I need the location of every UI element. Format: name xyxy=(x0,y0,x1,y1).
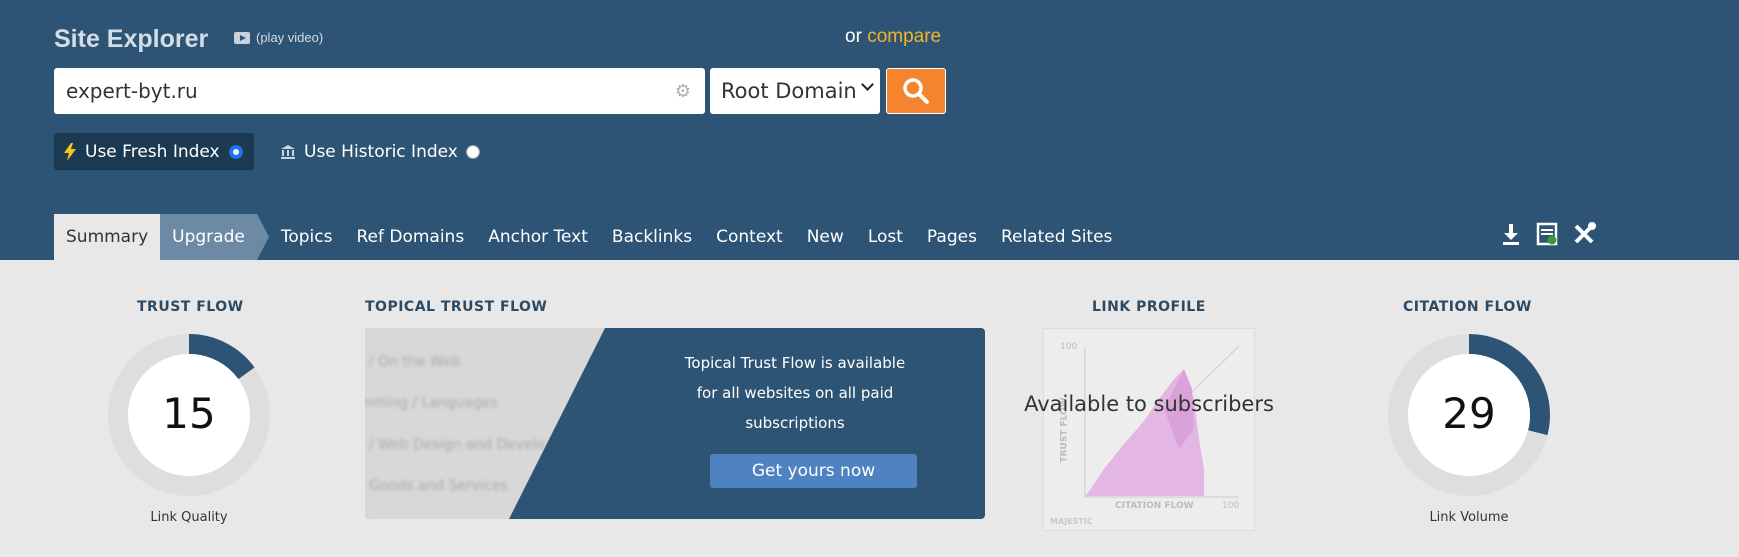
compare-link[interactable]: compare xyxy=(867,26,941,47)
trust-flow-caption: Link Quality xyxy=(150,510,228,525)
tab-bar: Summary Upgrade Topics Ref Domains Ancho… xyxy=(54,214,1124,260)
topical-message: Topical Trust Flow is available for all … xyxy=(684,354,906,432)
tab-related-sites[interactable]: Related Sites xyxy=(989,214,1124,260)
y-tick-label: 100 xyxy=(1060,342,1078,352)
compare-row: or compare xyxy=(845,26,941,48)
play-video-link[interactable]: (play video) xyxy=(234,30,323,45)
citation-flow-value: 29 xyxy=(1442,389,1496,438)
scope-select[interactable]: Root Domain xyxy=(710,68,880,114)
chevron-down-icon xyxy=(861,78,874,91)
x-tick-label: 100 xyxy=(1222,501,1240,511)
scope-select-value: Root Domain xyxy=(721,79,857,103)
tab-lost[interactable]: Lost xyxy=(856,214,915,260)
majestic-watermark: MAJESTIC xyxy=(1050,517,1093,526)
page-title: Site Explorer xyxy=(54,25,209,53)
topical-trust-flow-panel: t / On the Web mming / Languages t / Web… xyxy=(365,328,985,519)
search-input[interactable] xyxy=(54,68,634,114)
fresh-index-radio[interactable] xyxy=(228,144,243,159)
tab-topics[interactable]: Topics xyxy=(269,214,345,260)
tab-context[interactable]: Context xyxy=(704,214,795,260)
x-axis-label: CITATION FLOW xyxy=(1115,501,1194,511)
historic-index-radio[interactable] xyxy=(465,144,480,159)
tab-summary[interactable]: Summary xyxy=(54,214,161,260)
tab-pages[interactable]: Pages xyxy=(915,214,989,260)
blurred-topic: t / Web Design and Develo xyxy=(365,437,546,453)
search-box: ⚙ xyxy=(54,68,705,114)
tab-upgrade[interactable]: Upgrade xyxy=(160,214,269,260)
lightning-icon xyxy=(64,142,76,161)
historic-index-option[interactable]: Use Historic Index xyxy=(280,133,480,170)
compare-prefix: or xyxy=(845,26,862,47)
fresh-index-option[interactable]: Use Fresh Index xyxy=(54,133,254,170)
link-profile-chart: 100 100 CITATION FLOW TRUST FLOW MAJESTI… xyxy=(1043,328,1255,531)
link-profile-title: LINK PROFILE xyxy=(1092,299,1206,315)
top-header: Site Explorer (play video) or compare ⚙ … xyxy=(0,0,1739,260)
download-icon[interactable] xyxy=(1500,222,1522,246)
search-icon xyxy=(903,78,929,104)
citation-flow-title: CITATION FLOW xyxy=(1403,299,1532,315)
fresh-index-label: Use Fresh Index xyxy=(85,141,220,162)
blurred-topic: mming / Languages xyxy=(365,395,498,411)
blurred-topic: t / On the Web xyxy=(365,354,461,370)
blurred-topics: t / On the Web mming / Languages t / Web… xyxy=(365,328,605,519)
tab-backlinks[interactable]: Backlinks xyxy=(600,214,704,260)
historic-index-label: Use Historic Index xyxy=(304,141,458,162)
gear-icon[interactable]: ⚙ xyxy=(675,81,691,102)
trust-flow-value: 15 xyxy=(162,389,216,438)
report-icon[interactable] xyxy=(1536,222,1558,246)
get-yours-now-button[interactable]: Get yours now xyxy=(710,454,917,488)
subscribers-overlay: Available to subscribers xyxy=(1024,392,1274,416)
search-button[interactable] xyxy=(886,68,946,114)
bank-icon xyxy=(281,144,295,159)
citation-flow-caption: Link Volume xyxy=(1429,510,1509,525)
tab-anchor-text[interactable]: Anchor Text xyxy=(476,214,600,260)
tab-ref-domains[interactable]: Ref Domains xyxy=(344,214,476,260)
topical-trust-flow-title: TOPICAL TRUST FLOW xyxy=(365,299,548,315)
video-icon xyxy=(234,31,250,44)
toolbar-icons xyxy=(1500,222,1598,246)
tools-icon[interactable] xyxy=(1572,222,1598,246)
tab-new[interactable]: New xyxy=(795,214,856,260)
trust-flow-title: TRUST FLOW xyxy=(137,299,244,315)
play-video-label: (play video) xyxy=(256,30,324,45)
blurred-topic: r Goods and Services xyxy=(365,478,508,494)
